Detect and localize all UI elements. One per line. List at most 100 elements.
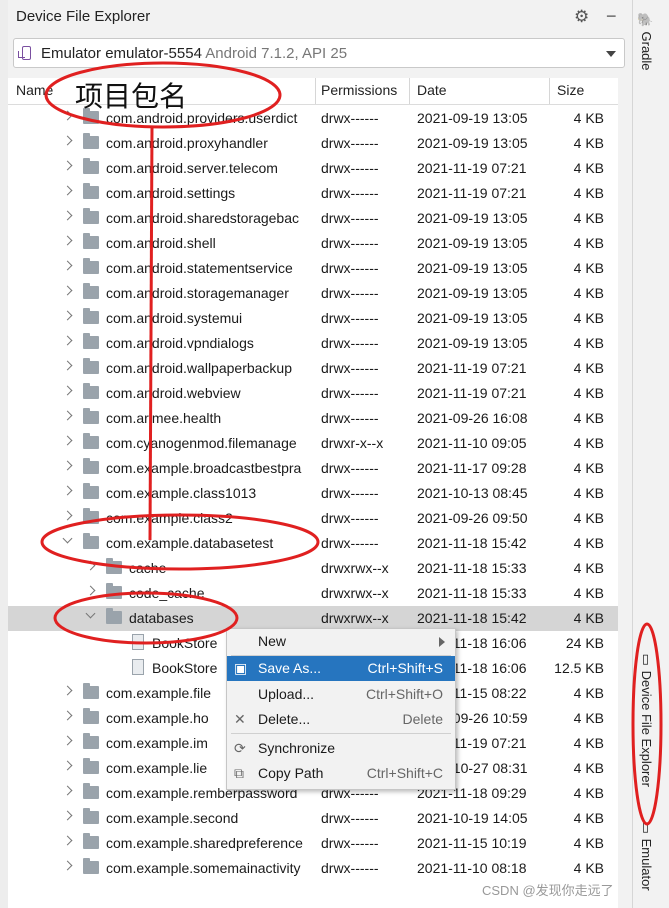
chevron-right-icon[interactable]	[62, 860, 73, 871]
chevron-right-icon[interactable]	[62, 335, 73, 346]
column-header-name[interactable]: Name	[16, 82, 53, 98]
folder-icon	[83, 208, 99, 224]
chevron-right-icon[interactable]	[62, 310, 73, 321]
chevron-right-icon[interactable]	[85, 560, 96, 571]
file-name: com.example.class2	[106, 510, 233, 526]
chevron-right-icon[interactable]	[62, 735, 73, 746]
table-row[interactable]: com.cyanogenmod.filemanage drwxr-x--x 2021…	[8, 431, 618, 456]
file-permissions: drwx------	[321, 235, 379, 251]
chevron-right-icon[interactable]	[62, 810, 73, 821]
table-row[interactable]: com.android.server.telecom drwx------ 2021…	[8, 156, 618, 181]
chevron-right-icon[interactable]	[62, 160, 73, 171]
hide-panel-icon[interactable]: −	[606, 6, 617, 27]
chevron-right-icon[interactable]	[62, 460, 73, 471]
tab-device-file-explorer[interactable]: ▯ Device File Explorer	[639, 652, 654, 787]
file-date: 2021-09-26 16:08	[417, 410, 528, 426]
chevron-right-icon[interactable]	[62, 185, 73, 196]
context-menu-shortcut: Ctrl+Shift+S	[367, 660, 443, 676]
table-row[interactable]: com.android.vpndialogs drwx------ 2021-09-…	[8, 331, 618, 356]
chevron-right-icon[interactable]	[62, 285, 73, 296]
file-size: 4 KB	[573, 760, 604, 776]
tab-emulator-label: Emulator	[639, 838, 654, 891]
table-row[interactable]: com.example.somemainactivity drwx------ 20…	[8, 856, 618, 881]
table-row[interactable]: com.android.webview drwx------ 2021-11-19 …	[8, 381, 618, 406]
file-name: com.example.class1013	[106, 485, 257, 501]
chevron-right-icon[interactable]	[62, 760, 73, 771]
chevron-right-icon[interactable]	[62, 135, 73, 146]
file-size: 4 KB	[573, 210, 604, 226]
chevron-right-icon[interactable]	[62, 485, 73, 496]
device-selector[interactable]: Emulator emulator-5554 Android 7.1.2, AP…	[13, 38, 625, 68]
file-name: com.example.somemainactivity	[106, 860, 301, 876]
chevron-right-icon[interactable]	[62, 835, 73, 846]
table-row[interactable]: com.example.second drwx------ 2021-10-19 1…	[8, 806, 618, 831]
file-size: 4 KB	[573, 610, 604, 626]
table-row[interactable]: com.example.broadcastbestpra drwx------ 20…	[8, 456, 618, 481]
chevron-down-icon[interactable]	[62, 533, 73, 544]
folder-icon	[83, 333, 99, 349]
chevron-right-icon[interactable]	[62, 435, 73, 446]
panel-title: Device File Explorer	[16, 8, 151, 25]
chevron-right-icon[interactable]	[62, 210, 73, 221]
table-row[interactable]: com.android.systemui drwx------ 2021-09-19…	[8, 306, 618, 331]
context-menu-item[interactable]: ⟳ Synchronize	[227, 736, 455, 761]
table-row[interactable]: com.android.wallpaperbackup drwx------ 202…	[8, 356, 618, 381]
table-row[interactable]: com.android.shell drwx------ 2021-09-19 13…	[8, 231, 618, 256]
chevron-right-icon[interactable]	[62, 710, 73, 721]
chevron-down-icon[interactable]	[85, 608, 96, 619]
file-permissions: drwx------	[321, 185, 379, 201]
table-row[interactable]: com.android.sharedstoragebac drwx------ 20…	[8, 206, 618, 231]
table-row[interactable]: cache drwxrwx--x 2021-11-18 15:33 4 KB	[8, 556, 618, 581]
chevron-right-icon[interactable]	[62, 110, 73, 121]
context-menu-item[interactable]: ▣ Save As... Ctrl+Shift+S	[227, 656, 455, 681]
chevron-right-icon[interactable]	[62, 410, 73, 421]
table-row[interactable]: com.example.databasetest drwx------ 2021-1…	[8, 531, 618, 556]
table-row[interactable]: com.arimee.health drwx------ 2021-09-26 16…	[8, 406, 618, 431]
table-row[interactable]: com.example.class1013 drwx------ 2021-10-1…	[8, 481, 618, 506]
file-size: 4 KB	[573, 835, 604, 851]
context-menu-item[interactable]: New	[227, 629, 455, 654]
file-size: 4 KB	[573, 335, 604, 351]
chevron-right-icon[interactable]	[62, 385, 73, 396]
context-menu-item[interactable]: Upload... Ctrl+Shift+O	[227, 682, 455, 707]
table-row[interactable]: com.example.class2 drwx------ 2021-09-26 0…	[8, 506, 618, 531]
column-header-size[interactable]: Size	[557, 82, 584, 98]
context-menu-item[interactable]: ⧉ Copy Path Ctrl+Shift+C	[227, 761, 455, 786]
chevron-right-icon[interactable]	[62, 360, 73, 371]
file-date: 2021-11-10 09:05	[417, 435, 527, 451]
chevron-right-icon[interactable]	[62, 260, 73, 271]
context-menu-item[interactable]: ✕ Delete... Delete	[227, 707, 455, 732]
column-divider[interactable]	[409, 78, 410, 104]
tab-device-file-explorer-label: Device File Explorer	[639, 670, 654, 787]
table-row[interactable]: com.android.storagemanager drwx------ 2021…	[8, 281, 618, 306]
column-header-date[interactable]: Date	[417, 82, 447, 98]
column-header-permissions[interactable]: Permissions	[321, 82, 397, 98]
chevron-right-icon[interactable]	[85, 585, 96, 596]
file-date: 2021-11-17 09:28	[417, 460, 527, 476]
column-divider[interactable]	[549, 78, 550, 104]
file-date: 2021-09-19 13:05	[417, 210, 528, 226]
save-icon: ▣	[234, 660, 248, 676]
file-date: 2021-11-10 08:18	[417, 860, 527, 876]
chevron-right-icon[interactable]	[62, 785, 73, 796]
file-permissions: drwxr-x--x	[321, 435, 384, 451]
tab-gradle[interactable]: 🐘 Gradle	[639, 12, 654, 71]
chevron-right-icon[interactable]	[62, 235, 73, 246]
table-row[interactable]: com.android.proxyhandler drwx------ 2021-0…	[8, 131, 618, 156]
file-size: 4 KB	[573, 710, 604, 726]
column-divider[interactable]	[315, 78, 316, 104]
gear-icon[interactable]: ⚙	[574, 7, 589, 27]
emulator-icon: ▯	[639, 820, 654, 835]
chevron-right-icon[interactable]	[62, 510, 73, 521]
file-size: 4 KB	[573, 735, 604, 751]
file-date: 2021-11-18 15:42	[417, 610, 527, 626]
tab-emulator[interactable]: ▯ Emulator	[639, 820, 654, 891]
table-row[interactable]: com.example.sharedpreference drwx------ 20…	[8, 831, 618, 856]
file-name: com.android.settings	[106, 185, 236, 201]
table-row[interactable]: com.android.statementservice drwx------ 20…	[8, 256, 618, 281]
chevron-right-icon[interactable]	[62, 685, 73, 696]
folder-icon	[83, 358, 99, 374]
file-name: com.android.storagemanager	[106, 285, 289, 301]
table-row[interactable]: code_cache drwxrwx--x 2021-11-18 15:33 4 KB	[8, 581, 618, 606]
table-row[interactable]: com.android.settings drwx------ 2021-11-19…	[8, 181, 618, 206]
